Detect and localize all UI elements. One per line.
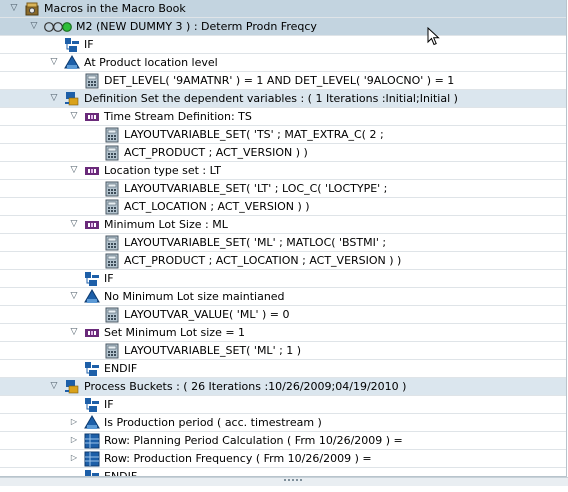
tree-row[interactable]: ▽ M2 (NEW DUMMY 3 ) : Determ Prodn Freqcy — [0, 18, 566, 36]
calculator-icon — [104, 307, 120, 323]
tree-row[interactable]: IF — [0, 36, 566, 54]
tree-node-label: Definition Set the dependent variables :… — [84, 92, 458, 105]
calculator-icon — [104, 253, 120, 269]
tree-node-label: ACT_LOCATION ; ACT_VERSION ) ) — [124, 200, 310, 213]
tree-node-label: ENDIF — [104, 362, 138, 375]
tree-row[interactable]: ▽ Process Buckets : ( 26 Iterations :10/2… — [0, 378, 566, 396]
tree-row[interactable]: LAYOUTVAR_VALUE( 'ML' ) = 0 — [0, 306, 566, 324]
collapse-node-icon[interactable]: ▽ — [48, 380, 60, 392]
action-icon — [84, 325, 100, 341]
collapse-node-icon[interactable]: ▽ — [68, 164, 80, 176]
tree-row[interactable]: ▽ At Product location level — [0, 54, 566, 72]
tree-node-label: Minimum Lot Size : ML — [104, 218, 228, 231]
tree-row[interactable]: ACT_PRODUCT ; ACT_LOCATION ; ACT_VERSION… — [0, 252, 566, 270]
tree-row[interactable]: ▷ Is Production period ( acc. timestream … — [0, 414, 566, 432]
tree-node-label: LAYOUTVARIABLE_SET( 'TS' ; MAT_EXTRA_C( … — [124, 128, 384, 141]
condition-icon — [84, 415, 100, 431]
tree-row[interactable]: ▽ No Minimum Lot size maintianed — [0, 288, 566, 306]
tree-node-label: At Product location level — [84, 56, 218, 69]
tree-node-label: Row: Planning Period Calculation ( Frm 1… — [104, 434, 403, 447]
condition-icon — [64, 55, 80, 71]
tree-node-label: Time Stream Definition: TS — [104, 110, 252, 123]
collapse-node-icon[interactable]: ▽ — [68, 110, 80, 122]
tree-node-label: ENDIF — [104, 470, 138, 477]
tree-node-label: IF — [104, 398, 114, 411]
if-icon — [84, 469, 100, 476]
tree-node-label: ACT_PRODUCT ; ACT_VERSION ) ) — [124, 146, 308, 159]
tree-row[interactable]: DET_LEVEL( '9AMATNR' ) = 1 AND DET_LEVEL… — [0, 72, 566, 90]
calculator-icon — [104, 199, 120, 215]
tree-row[interactable]: LAYOUTVARIABLE_SET( 'ML' ; MATLOC( 'BSTM… — [0, 234, 566, 252]
calculator-icon — [84, 73, 100, 89]
macro-tree[interactable]: ▽ Macros in the Macro Book ▽ M2 (NEW DUMMY … — [0, 0, 567, 477]
if-icon — [84, 271, 100, 287]
expand-node-icon[interactable]: ▷ — [68, 416, 80, 428]
tree-row[interactable]: ▽ Set Minimum Lot size = 1 — [0, 324, 566, 342]
calculator-icon — [104, 145, 120, 161]
tree-row[interactable]: ENDIF — [0, 468, 566, 477]
tree-row[interactable]: LAYOUTVARIABLE_SET( 'LT' ; LOC_C( 'LOCTY… — [0, 180, 566, 198]
tree-node-label: LAYOUTVAR_VALUE( 'ML' ) = 0 — [124, 308, 290, 321]
tree-node-label: LAYOUTVARIABLE_SET( 'ML' ; MATLOC( 'BSTM… — [124, 236, 387, 249]
collapse-node-icon[interactable]: ▽ — [68, 326, 80, 338]
tree-row[interactable]: ACT_LOCATION ; ACT_VERSION ) ) — [0, 198, 566, 216]
tree-node-label: Row: Production Frequency ( Frm 10/26/20… — [104, 452, 372, 465]
mouse-cursor-icon — [427, 27, 440, 46]
tree-node-label: No Minimum Lot size maintianed — [104, 290, 285, 303]
expand-node-icon[interactable]: ▷ — [68, 434, 80, 446]
tree-node-label: LAYOUTVARIABLE_SET( 'ML' ; 1 ) — [124, 344, 302, 357]
collapse-node-icon[interactable]: ▽ — [8, 2, 20, 14]
if-icon — [84, 361, 100, 377]
tree-node-label: Macros in the Macro Book — [44, 2, 186, 15]
tree-row[interactable]: IF — [0, 396, 566, 414]
collapse-node-icon[interactable]: ▽ — [68, 290, 80, 302]
tree-node-label: M2 (NEW DUMMY 3 ) : Determ Prodn Freqcy — [76, 20, 317, 33]
tree-node-label: Set Minimum Lot size = 1 — [104, 326, 246, 339]
action-icon — [84, 163, 100, 179]
if-icon — [64, 37, 80, 53]
tree-row[interactable]: ▷ Row: Planning Period Calculation ( Frm … — [0, 432, 566, 450]
calculator-icon — [104, 127, 120, 143]
action-icon — [84, 109, 100, 125]
tree-node-label: ACT_PRODUCT ; ACT_LOCATION ; ACT_VERSION… — [124, 254, 402, 267]
calculator-icon — [104, 343, 120, 359]
step-icon — [64, 91, 80, 107]
row-icon — [84, 451, 100, 467]
tree-row[interactable]: ACT_PRODUCT ; ACT_VERSION ) ) — [0, 144, 566, 162]
tree-node-label: DET_LEVEL( '9AMATNR' ) = 1 AND DET_LEVEL… — [104, 74, 455, 87]
collapse-node-icon[interactable]: ▽ — [28, 20, 40, 32]
tree-row[interactable]: LAYOUTVARIABLE_SET( 'ML' ; 1 ) — [0, 342, 566, 360]
tree-row[interactable]: ▽ Time Stream Definition: TS — [0, 108, 566, 126]
tree-row[interactable]: ▽ Definition Set the dependent variables … — [0, 90, 566, 108]
macro-book-icon — [24, 1, 40, 17]
tree-row[interactable]: IF — [0, 270, 566, 288]
tree-node-label: IF — [104, 272, 114, 285]
step-icon — [64, 379, 80, 395]
tree-row[interactable]: ▽ Macros in the Macro Book — [0, 0, 566, 18]
calculator-icon — [104, 181, 120, 197]
tree-row[interactable]: ▽ Minimum Lot Size : ML — [0, 216, 566, 234]
tree-node-label: IF — [84, 38, 94, 51]
action-icon — [84, 217, 100, 233]
collapse-node-icon[interactable]: ▽ — [48, 56, 60, 68]
tree-row[interactable]: ▷ Row: Production Frequency ( Frm 10/26/2… — [0, 450, 566, 468]
expand-node-icon[interactable]: ▷ — [68, 452, 80, 464]
collapse-node-icon[interactable]: ▽ — [48, 92, 60, 104]
condition-icon — [84, 289, 100, 305]
traffic-light-icon — [44, 21, 72, 33]
tree-node-label: Location type set : LT — [104, 164, 221, 177]
splitter-grip-icon[interactable] — [283, 479, 303, 485]
tree-node-label: Process Buckets : ( 26 Iterations :10/26… — [84, 380, 407, 393]
tree-node-label: Is Production period ( acc. timestream ) — [104, 416, 322, 429]
if-icon — [84, 397, 100, 413]
tree-row[interactable]: ▽ Location type set : LT — [0, 162, 566, 180]
tree-node-label: LAYOUTVARIABLE_SET( 'LT' ; LOC_C( 'LOCTY… — [124, 182, 388, 195]
collapse-node-icon[interactable]: ▽ — [68, 218, 80, 230]
tree-row[interactable]: LAYOUTVARIABLE_SET( 'TS' ; MAT_EXTRA_C( … — [0, 126, 566, 144]
row-icon — [84, 433, 100, 449]
tree-row[interactable]: ENDIF — [0, 360, 566, 378]
calculator-icon — [104, 235, 120, 251]
